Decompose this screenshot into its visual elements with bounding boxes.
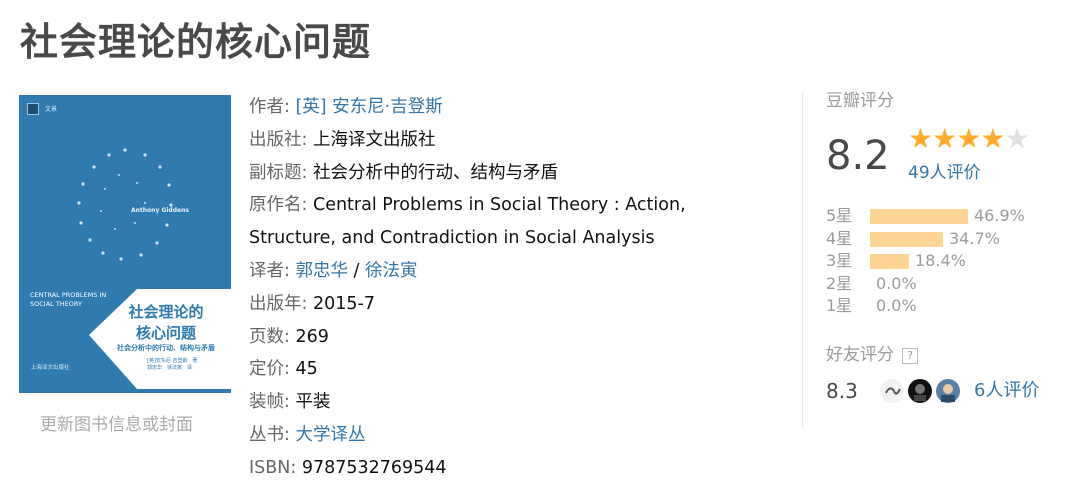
info-row-original-title-cont: Structure, and Contradiction in Social A…	[249, 222, 789, 255]
section-divider	[802, 93, 803, 427]
friends-votes-link[interactable]: 6人评价	[974, 376, 1039, 406]
subtitle-label: 副标题:	[249, 162, 313, 183]
price-value: 45	[295, 359, 318, 380]
rating-dist-label: 5星	[826, 206, 853, 225]
info-row-subtitle: 副标题: 社会分析中的行动、结构与矛盾	[249, 157, 789, 190]
series-link[interactable]: 大学译丛	[295, 425, 365, 445]
avatar-photo-icon	[941, 384, 955, 402]
info-row-isbn: ISBN: 9787532769544	[249, 452, 789, 485]
rating-dist-label: 2星	[826, 273, 853, 293]
cover-publisher: 上海译文出版社	[31, 365, 70, 371]
price-label: 定价:	[249, 359, 296, 380]
friends-rating-title: 好友评分?	[826, 340, 918, 365]
rating-dist-percent: 34.7%	[949, 228, 1000, 248]
page-title: 社会理论的核心问题	[20, 20, 372, 64]
info-row-binding: 装帧: 平装	[249, 386, 789, 419]
rating-dist-row: 3星 18.4%	[826, 250, 1066, 273]
translator-link[interactable]: 郭忠华	[295, 261, 348, 281]
isbn-label: ISBN:	[249, 457, 302, 478]
rating-dist-percent: 0.0%	[876, 273, 917, 293]
book-info: 作者: [英] 安东尼·吉登斯 出版社: 上海译文出版社 副标题: 社会分析中的…	[249, 91, 789, 485]
rating-title: 豆瓣评分	[826, 91, 894, 111]
info-row-original-title: 原作名: Central Problems in Social Theory :…	[249, 189, 789, 222]
update-book-info-link[interactable]: 更新图书信息或封面	[40, 410, 193, 435]
rating-stars: ★★★★★	[908, 122, 1030, 155]
info-row-price: 定价: 45	[249, 353, 789, 386]
info-row-pages: 页数: 269	[249, 321, 789, 354]
year-label: 出版年:	[249, 293, 313, 314]
binding-value: 平装	[295, 392, 331, 413]
rating-score: 8.2	[826, 133, 890, 179]
rating-dist-bar	[870, 209, 968, 224]
rating-dist-label: 3星	[826, 251, 853, 270]
avatar-sketch-icon	[885, 387, 901, 395]
series-label: 丛书:	[249, 424, 296, 445]
original-title-value: Central Problems in Social Theory : Acti…	[312, 195, 686, 216]
rating-dist-percent: 46.9%	[974, 206, 1025, 225]
friends-rating-row: 8.3 6人评价	[826, 376, 1066, 406]
rating-dist-row: 4星 34.7%	[826, 228, 1066, 251]
cover-subtitle-cn: 社会分析中的行动、结构与矛盾	[117, 344, 215, 352]
translator-link[interactable]: 徐法寅	[365, 261, 418, 281]
cover-credit: [英]安东尼·吉登斯 著 郭忠华 徐法寅 译	[147, 358, 211, 372]
info-row-author: 作者: [英] 安东尼·吉登斯	[249, 91, 789, 124]
rating-distribution: 5星 46.9% 4星 34.7% 3星 18.4% 2星 0.0% 1星 0.0%	[826, 205, 1066, 318]
info-row-publisher: 出版社: 上海译文出版社	[249, 124, 789, 157]
rating-dist-bar	[870, 231, 943, 247]
original-title-label: 原作名:	[249, 195, 313, 216]
friends-rating-title-text: 好友评分	[826, 345, 894, 365]
rating-panel: 豆瓣评分 8.2 ★★★★★ 49人评价 5星 46.9% 4星 34.7% 3星 18.…	[826, 88, 1066, 403]
pages-value: 269	[295, 326, 329, 347]
info-row-series: 丛书: 大学译丛	[249, 419, 789, 452]
star-filled-icon: ★	[932, 122, 957, 155]
pages-label: 页数:	[249, 326, 296, 347]
help-icon[interactable]: ?	[902, 348, 918, 364]
avatar[interactable]	[908, 379, 932, 403]
star-filled-icon: ★	[956, 122, 981, 155]
rating-votes-link[interactable]: 49人评价	[908, 158, 981, 183]
cover-title-cn: 社会理论的 核心问题	[111, 302, 221, 344]
year-value: 2015-7	[312, 293, 375, 314]
cover-credit-line: [英]安东尼·吉登斯 著	[147, 358, 198, 364]
author-link[interactable]: [英] 安东尼·吉登斯	[295, 97, 442, 117]
rating-dist-percent: 18.4%	[915, 251, 966, 270]
publisher-label: 出版社:	[249, 129, 313, 150]
book-cover-image[interactable]: 文景 Anthony Giddens CENTRAL PROBLEMS IN S…	[19, 95, 231, 393]
star-filled-icon: ★	[908, 122, 933, 155]
rating-dist-label: 4星	[826, 228, 853, 248]
star-filled-icon: ★	[980, 122, 1005, 155]
friends-rating-score: 8.3	[826, 379, 858, 403]
rating-dist-row: 5星 46.9%	[826, 205, 1066, 228]
rating-dist-percent: 0.0%	[876, 296, 917, 315]
author-label: 作者:	[249, 97, 296, 117]
cover-title-cn-line: 社会理论的	[128, 303, 204, 321]
star-empty-icon: ★	[1004, 122, 1029, 155]
binding-label: 装帧:	[249, 392, 296, 413]
rating-dist-row: 2星 0.0%	[826, 273, 1066, 296]
info-row-translator: 译者: 郭忠华 / 徐法寅	[249, 255, 789, 288]
cover-credit-line: 郭忠华 徐法寅 译	[147, 365, 193, 371]
avatar-portrait-icon	[914, 384, 926, 401]
original-title-value-cont: Structure, and Contradiction in Social A…	[249, 228, 655, 249]
subtitle-value: 社会分析中的行动、结构与矛盾	[312, 162, 558, 183]
translator-label: 译者:	[249, 260, 296, 281]
rating-dist-bar	[870, 254, 909, 269]
isbn-value: 9787532769544	[301, 457, 447, 478]
publisher-value: 上海译文出版社	[312, 129, 436, 150]
rating-dist-label: 1星	[826, 296, 853, 315]
cover-title-cn-line: 核心问题	[135, 324, 196, 342]
info-row-year: 出版年: 2015-7	[249, 288, 789, 321]
avatar[interactable]	[880, 379, 904, 403]
translator-separator: /	[347, 260, 365, 281]
rating-dist-row: 1星 0.0%	[826, 295, 1066, 318]
avatar[interactable]	[936, 379, 960, 403]
